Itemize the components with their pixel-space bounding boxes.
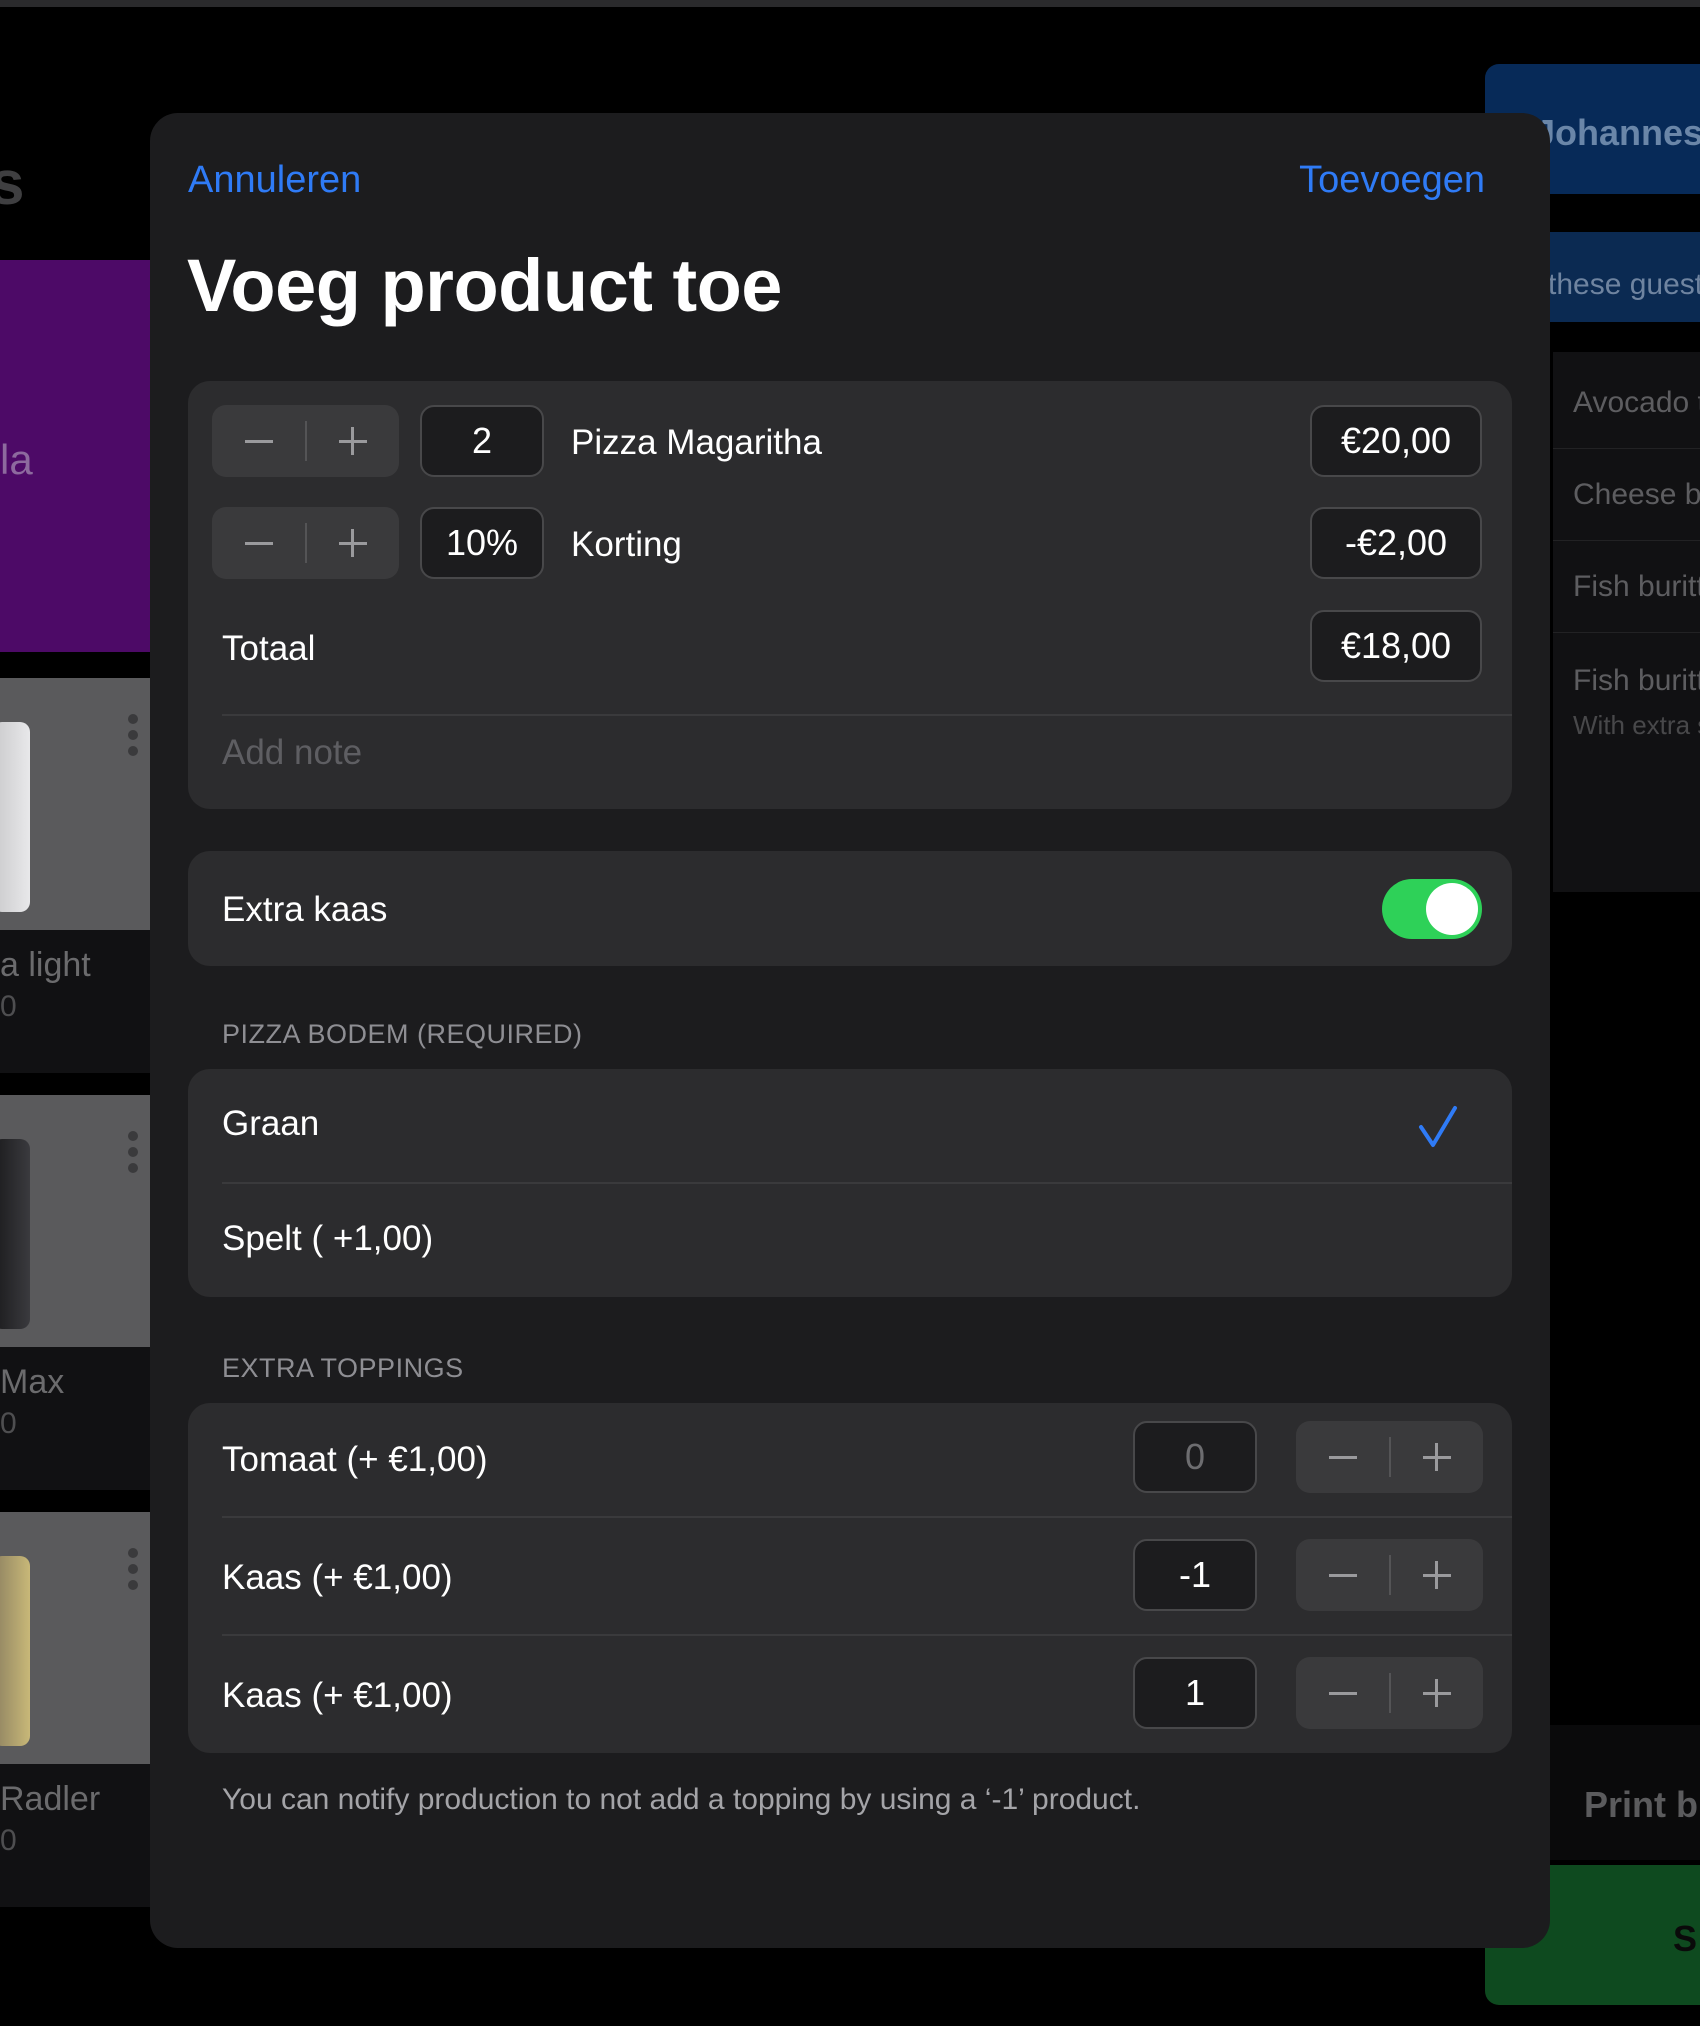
divider [222, 714, 1512, 716]
decrement-button[interactable] [1296, 1539, 1389, 1611]
bg-product-card[interactable]: Radler 0 [0, 1512, 150, 1907]
bg-page-heading: s [0, 149, 25, 218]
add-button[interactable]: Toevoegen [1299, 159, 1485, 202]
minus-icon [244, 439, 273, 443]
topping-stepper[interactable] [1296, 1657, 1483, 1729]
discount-stepper[interactable] [212, 507, 399, 579]
can-image [0, 1556, 30, 1746]
add-note-input[interactable]: Add note [222, 733, 362, 773]
total-amount-field[interactable]: €18,00 [1310, 610, 1482, 682]
extra-cheese-label: Extra kaas [222, 890, 388, 929]
bg-guest-name: Johannes [1535, 112, 1700, 153]
drag-handle-icon[interactable] [128, 1548, 138, 1596]
discount-amount-field[interactable]: -€2,00 [1310, 507, 1482, 579]
product-summary-group: 2 Pizza Magaritha €20,00 10% Korting -€2… [188, 381, 1512, 809]
toppings-footnote: You can notify production to not add a t… [222, 1783, 1141, 1816]
bg-product-price: 0 [0, 1407, 17, 1440]
bg-order-item[interactable]: Cheese b [1573, 478, 1700, 512]
extra-cheese-row[interactable]: Extra kaas [188, 851, 1512, 966]
topping-label: Kaas (+ €1,00) [222, 1676, 453, 1715]
topping-quantity-field[interactable]: -1 [1133, 1539, 1257, 1611]
bg-order-list [1553, 352, 1700, 892]
bg-product-price: 0 [0, 990, 17, 1023]
can-image [0, 1139, 30, 1329]
increment-button[interactable] [1390, 1421, 1483, 1493]
total-label: Totaal [222, 629, 316, 668]
bg-order-item[interactable]: Avocado t [1573, 386, 1700, 420]
divider [1553, 448, 1700, 449]
toppings-list: Tomaat (+ €1,00) 0 Kaas (+ €1,00) -1 Kaa… [188, 1403, 1512, 1753]
topping-stepper[interactable] [1296, 1539, 1483, 1611]
base-option-graan[interactable]: Graan [188, 1069, 1512, 1183]
topping-stepper[interactable] [1296, 1421, 1483, 1493]
minus-icon [244, 541, 273, 545]
app-screen: s la a light 0 Max 0 Radler 0 Johannes t… [0, 0, 1700, 2026]
topping-label: Tomaat (+ €1,00) [222, 1440, 488, 1479]
cancel-button[interactable]: Annuleren [188, 159, 361, 202]
modal-title: Voeg product toe [187, 244, 782, 327]
bg-product-name: Radler [0, 1780, 101, 1818]
bg-product-price: 0 [0, 1824, 17, 1857]
decrement-button[interactable] [212, 507, 305, 579]
minus-icon [1328, 1455, 1357, 1459]
base-option-label: Graan [222, 1104, 320, 1143]
divider [1553, 632, 1700, 633]
plus-icon [1422, 1561, 1451, 1589]
discount-label: Korting [571, 525, 682, 564]
can-image [0, 722, 30, 912]
minus-icon [1328, 1691, 1357, 1695]
increment-button[interactable] [306, 507, 399, 579]
checkmark-icon [1419, 1106, 1457, 1147]
minus-icon [1328, 1573, 1357, 1577]
bg-product-card[interactable]: a light 0 [0, 678, 150, 1073]
increment-button[interactable] [1390, 1539, 1483, 1611]
bg-product-name: a light [0, 946, 91, 984]
plus-icon [338, 529, 367, 557]
quantity-stepper[interactable] [212, 405, 399, 477]
toppings-section-header: EXTRA TOPPINGS [222, 1353, 464, 1383]
bg-product-name: Max [0, 1363, 65, 1401]
topping-quantity-field[interactable]: 1 [1133, 1657, 1257, 1729]
quantity-field[interactable]: 2 [420, 405, 544, 477]
bg-category-tile-label: la [0, 436, 33, 483]
bg-print-bill-label: Print bil [1584, 1784, 1700, 1825]
bg-guests-button-label: these guest [1548, 268, 1700, 301]
bg-order-item-note: With extra s [1573, 710, 1700, 740]
bg-order-item[interactable]: Fish buritt [1573, 570, 1700, 604]
drag-handle-icon[interactable] [128, 1131, 138, 1179]
bg-order-item[interactable]: Fish buritt [1573, 664, 1700, 698]
increment-button[interactable] [1390, 1657, 1483, 1729]
plus-icon [338, 427, 367, 455]
base-option-label: Spelt ( +1,00) [222, 1219, 434, 1258]
divider [1553, 540, 1700, 541]
pizza-base-options: Graan Spelt ( +1,00) [188, 1069, 1512, 1297]
add-product-modal: Annuleren Toevoegen Voeg product toe 2 P… [150, 113, 1550, 1948]
decrement-button[interactable] [212, 405, 305, 477]
top-status-bar [0, 0, 1700, 7]
topping-label: Kaas (+ €1,00) [222, 1558, 453, 1597]
divider [222, 1634, 1512, 1636]
bg-primary-action-label: S [1673, 1918, 1698, 1959]
base-option-spelt[interactable]: Spelt ( +1,00) [188, 1184, 1512, 1297]
product-price-field[interactable]: €20,00 [1310, 405, 1482, 477]
discount-percent-field[interactable]: 10% [420, 507, 544, 579]
pizza-base-section-header: PIZZA BODEM (REQUIRED) [222, 1019, 583, 1049]
drag-handle-icon[interactable] [128, 714, 138, 762]
plus-icon [1422, 1443, 1451, 1471]
increment-button[interactable] [306, 405, 399, 477]
product-name: Pizza Magaritha [571, 423, 822, 462]
divider [222, 1516, 1512, 1518]
bg-product-card[interactable]: Max 0 [0, 1095, 150, 1490]
topping-quantity-field[interactable]: 0 [1133, 1421, 1257, 1493]
decrement-button[interactable] [1296, 1657, 1389, 1729]
decrement-button[interactable] [1296, 1421, 1389, 1493]
extra-cheese-toggle[interactable] [1382, 879, 1482, 939]
plus-icon [1422, 1679, 1451, 1707]
toggle-knob [1426, 883, 1478, 935]
